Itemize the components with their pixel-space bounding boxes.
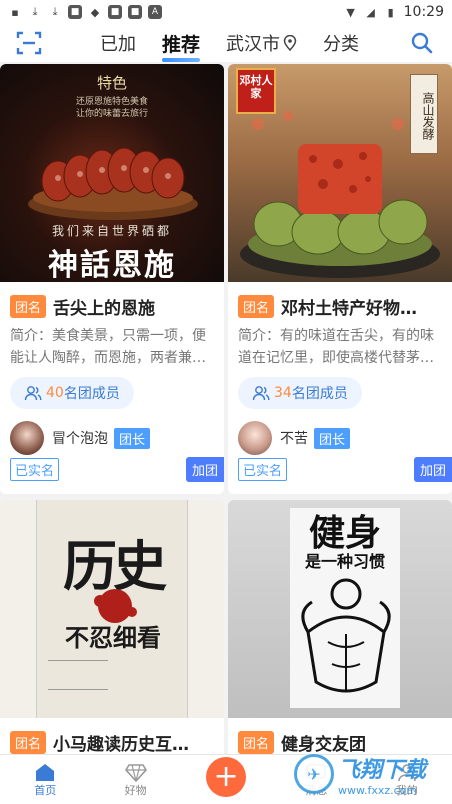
- group-tag: 团名: [238, 731, 275, 754]
- tab-recommended[interactable]: 推荐: [162, 30, 201, 62]
- group-card-grid: 特色 还原恩施特色美食 让你的味蕾去旅行 我们来自世界硒都 神話恩施 团名 舌尖…: [0, 64, 452, 770]
- group-cover-image: 历史 不忍细看: [0, 500, 224, 718]
- group-name: 邓村土特产好物…: [281, 299, 418, 319]
- app-icon: ■: [68, 5, 82, 19]
- wifi-icon: ▼: [346, 5, 355, 19]
- members-count: 34: [274, 385, 292, 401]
- status-right-icons: ▼ ◢ ▮ 10:29: [344, 4, 444, 20]
- tab-goods-label: 好物: [124, 783, 147, 797]
- group-cover-image: 邓村人家 高山发酵: [228, 64, 452, 282]
- owner-role-badge: 团长: [314, 427, 351, 449]
- tab-home[interactable]: 首页: [0, 755, 90, 804]
- app-icon: ◆: [90, 5, 100, 19]
- group-title-row: 团名 邓村土特产好物…: [228, 282, 452, 319]
- cover-tagline: 我们来自世界硒都: [51, 224, 172, 238]
- join-button[interactable]: 加团: [413, 457, 452, 482]
- tab-joined[interactable]: 已加: [100, 30, 136, 56]
- group-name: 小马趣读历史互…: [53, 735, 190, 755]
- owner-name: 不苦: [280, 431, 308, 447]
- cover-subtitle: 不忍细看: [65, 623, 161, 652]
- group-card[interactable]: 历史 不忍细看 团名 小马趣读历史互…: [0, 500, 224, 770]
- avatar: [10, 421, 44, 455]
- status-bar: ▪ ⤓ ⤓ ■ ◆ ■ ■ A ▼ ◢ ▮ 10:29: [0, 0, 452, 24]
- card-footer: 已实名 加团: [238, 457, 452, 482]
- plus-icon: +: [206, 756, 247, 797]
- group-title-row: 团名 舌尖上的恩施: [0, 282, 224, 319]
- members-pill: 34 名团成员: [238, 377, 362, 409]
- watermark-url: www.fxxz.com: [338, 783, 418, 797]
- avatar: [238, 421, 272, 455]
- members-count: 40: [46, 385, 64, 401]
- diamond-icon: [124, 763, 147, 782]
- cover-title: 神話恩施: [48, 248, 176, 282]
- food-bowl-illustration: [240, 111, 440, 278]
- group-cover-image: 健身 是一种习惯: [228, 500, 452, 718]
- app-icon: ■: [108, 5, 122, 19]
- watermark-text: 飞翔下载 www.fxxz.com: [338, 752, 426, 797]
- status-time: 10:29: [403, 4, 444, 20]
- members-icon: [252, 386, 270, 401]
- location-pin-icon: [283, 35, 297, 51]
- cover-line2: 让你的味蕾去旅行: [75, 109, 148, 119]
- group-title-row: 团名 小马趣读历史互…: [0, 718, 224, 755]
- owner-role-badge: 团长: [114, 427, 151, 449]
- verified-badge: 已实名: [238, 458, 288, 481]
- app-icon: ■: [128, 5, 142, 19]
- group-card[interactable]: 特色 还原恩施特色美食 让你的味蕾去旅行 我们来自世界硒都 神話恩施 团名 舌尖…: [0, 64, 224, 494]
- cover-subtitle: 是一种习惯: [304, 552, 385, 571]
- tab-location[interactable]: 武汉市: [226, 30, 297, 56]
- group-tag: 团名: [238, 295, 275, 318]
- group-description: 简介：美食美景，只需一项，便能让人陶醉，而恩施，两者兼…: [10, 328, 206, 366]
- tab-home-label: 首页: [34, 783, 57, 797]
- location-label: 武汉市: [226, 34, 281, 55]
- download-icon: ⤓: [52, 5, 58, 18]
- group-name: 舌尖上的恩施: [53, 299, 156, 319]
- battery-icon: ▮: [387, 5, 394, 19]
- members-icon: [24, 386, 42, 401]
- scan-icon[interactable]: [16, 30, 42, 56]
- status-left-icons: ▪ ⤓ ⤓ ■ ◆ ■ ■ A: [8, 5, 162, 19]
- members-pill: 40 名团成员: [10, 377, 134, 409]
- bottom-tab-bar: 首页 好物 + 消息 我的 ✈ 飞翔下载 www.fxxz.com: [0, 754, 452, 804]
- app-notification-icon: ▪: [11, 5, 19, 19]
- group-tag: 团名: [10, 295, 47, 318]
- group-card[interactable]: 邓村人家 高山发酵 团名 邓村土特产好物… 简介：有的味道在舌尖，有的味道在记忆…: [228, 64, 452, 494]
- font-icon: A: [148, 5, 162, 19]
- top-header: 已加 推荐 武汉市 分类: [0, 24, 452, 62]
- card-footer: 已实名 加团: [10, 457, 224, 482]
- home-icon: [36, 763, 55, 781]
- group-description: 简介：有的味道在舌尖，有的味道在记忆里，即使高楼代替茅…: [238, 328, 434, 366]
- muscle-man-illustration: [301, 578, 391, 693]
- download-icon: ⤓: [32, 5, 38, 18]
- watermark-logo-icon: ✈: [294, 754, 334, 794]
- verified-badge: 已实名: [10, 458, 60, 481]
- book-blurb: [48, 660, 108, 690]
- join-button[interactable]: 加团: [185, 457, 224, 482]
- owner-row: 不苦 团长: [228, 409, 452, 455]
- group-tag: 团名: [10, 731, 47, 754]
- group-cover-image: 特色 还原恩施特色美食 让你的味蕾去旅行 我们来自世界硒都 神話恩施: [0, 64, 224, 282]
- members-label: 名团成员: [63, 386, 120, 402]
- members-label: 名团成员: [291, 386, 348, 402]
- tab-category[interactable]: 分类: [323, 30, 359, 56]
- group-card[interactable]: 健身 是一种习惯 团名 健身交友团: [228, 500, 452, 770]
- search-icon[interactable]: [410, 31, 434, 55]
- owner-name: 冒个泡泡: [52, 431, 108, 447]
- top-tabs: 已加 推荐 武汉市 分类: [100, 30, 385, 62]
- watermark-title: 飞翔下载: [338, 757, 427, 783]
- sausage-plate-illustration: [28, 147, 198, 220]
- tab-create[interactable]: +: [181, 755, 271, 804]
- cover-badge: 特色: [96, 74, 127, 92]
- tab-goods[interactable]: 好物: [90, 755, 180, 804]
- signal-icon: ◢: [366, 5, 375, 19]
- watermark: ✈ 飞翔下载 www.fxxz.com: [294, 750, 444, 798]
- owner-row: 冒个泡泡 团长: [0, 409, 224, 455]
